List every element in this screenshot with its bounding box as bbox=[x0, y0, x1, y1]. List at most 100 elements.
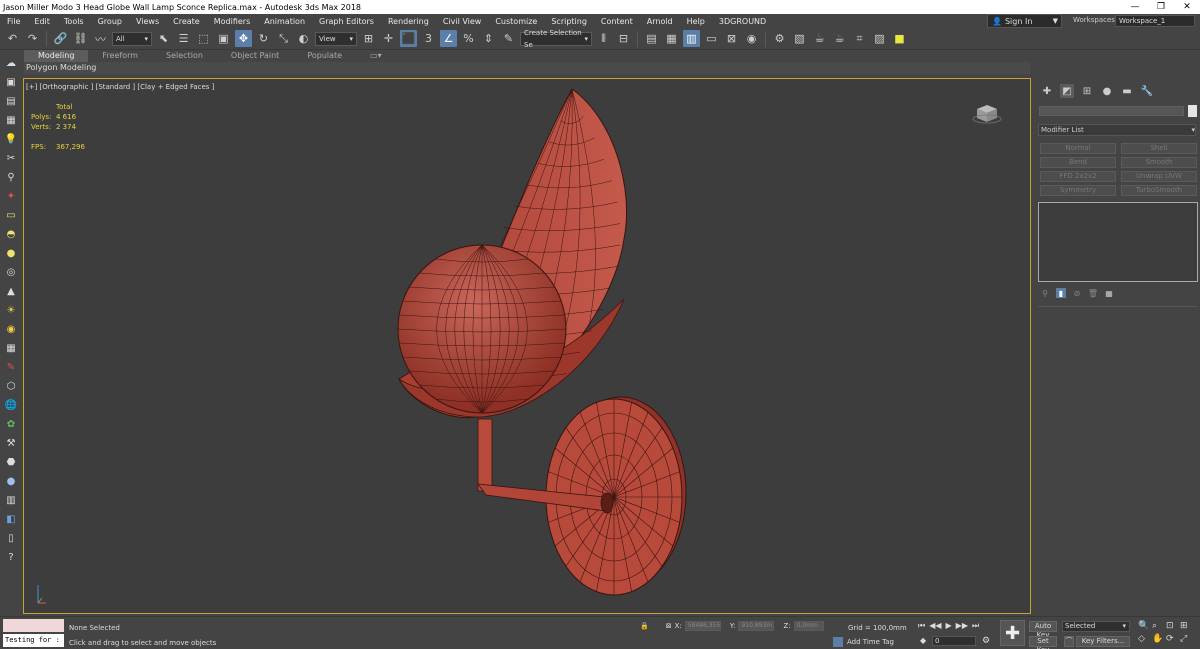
next-frame-icon[interactable]: ▶▶ bbox=[956, 621, 968, 631]
maximize-viewport-icon[interactable]: ⤢ bbox=[1180, 634, 1194, 644]
modifier-list-dropdown[interactable]: Modifier List ▾ bbox=[1038, 124, 1196, 136]
key-mode-icon[interactable]: ◆ bbox=[920, 636, 926, 645]
pan-icon[interactable]: ✋ bbox=[1152, 634, 1166, 644]
time-config-icon[interactable]: ⚙ bbox=[982, 636, 990, 646]
ribbon-tab-object-paint[interactable]: Object Paint bbox=[217, 50, 293, 62]
modifier-button-normal[interactable]: Normal bbox=[1040, 143, 1116, 154]
paint-icon[interactable]: ✎ bbox=[4, 360, 18, 374]
select-by-name-icon[interactable]: ☰ bbox=[175, 30, 192, 47]
maxscript-listener-input[interactable]: Testing for : bbox=[3, 634, 64, 647]
motion-tab-icon[interactable]: ● bbox=[1100, 84, 1114, 98]
menu-item-help[interactable]: Help bbox=[680, 17, 712, 26]
particle-icon[interactable]: ✦ bbox=[4, 189, 18, 203]
modifier-button-ffd-2x2x2[interactable]: FFD 2x2x2 bbox=[1040, 171, 1116, 182]
select-object-icon[interactable]: ⬉ bbox=[155, 30, 172, 47]
schematic-view-icon[interactable]: ⊠ bbox=[723, 30, 740, 47]
set-key-button[interactable]: Set Key bbox=[1029, 636, 1057, 649]
select-place-icon[interactable]: ◐ bbox=[295, 30, 312, 47]
absolute-mode-icon[interactable]: ⊠ bbox=[666, 622, 672, 630]
modifier-button-shell[interactable]: Shell bbox=[1121, 143, 1197, 154]
mirror-icon[interactable]: ⫴ bbox=[595, 30, 612, 47]
utilities-tab-icon[interactable]: 🔧 bbox=[1140, 84, 1154, 98]
ribbon-tab-modeling[interactable]: Modeling bbox=[24, 50, 89, 62]
scene-explorer-toggle-icon[interactable]: ☁ bbox=[4, 56, 18, 70]
zoom-extents-icon[interactable]: ⊡ bbox=[1166, 621, 1180, 631]
modifier-stack[interactable] bbox=[1038, 202, 1198, 282]
lamp-globe[interactable] bbox=[397, 244, 567, 414]
globe-icon[interactable]: 🌐 bbox=[4, 398, 18, 412]
unlink-icon[interactable]: ⛓ bbox=[72, 30, 89, 47]
stone-icon[interactable]: ⬣ bbox=[4, 455, 18, 469]
menu-item-create[interactable]: Create bbox=[166, 17, 207, 26]
layer-explorer-icon[interactable]: ▦ bbox=[663, 30, 680, 47]
object-color-swatch[interactable] bbox=[1188, 105, 1197, 117]
menu-item-customize[interactable]: Customize bbox=[488, 17, 544, 26]
modifier-button-turbosmooth[interactable]: TurboSmooth bbox=[1121, 185, 1197, 196]
menu-item-views[interactable]: Views bbox=[129, 17, 166, 26]
reference-coordinate-dropdown[interactable]: View ▾ bbox=[315, 31, 357, 46]
modifier-button-unwrap-uvw[interactable]: Unwrap UVW bbox=[1121, 171, 1197, 182]
lock-icon[interactable]: 🔒 bbox=[640, 622, 649, 630]
calculator-icon[interactable]: ▦ bbox=[4, 113, 18, 127]
undo-icon[interactable]: ↶ bbox=[4, 30, 21, 47]
menu-item-edit[interactable]: Edit bbox=[27, 17, 57, 26]
add-time-tag[interactable]: Add Time Tag bbox=[833, 637, 894, 647]
rendered-frame-window-icon[interactable]: ▧ bbox=[791, 30, 808, 47]
go-to-start-icon[interactable]: ⏮ bbox=[918, 621, 925, 631]
spinner-snap-icon[interactable]: ⇕ bbox=[480, 30, 497, 47]
manipulate-icon[interactable]: ✛ bbox=[380, 30, 397, 47]
modifier-button-symmetry[interactable]: Symmetry bbox=[1040, 185, 1116, 196]
light-bulb-icon[interactable]: 💡 bbox=[4, 132, 18, 146]
render-iterative-icon[interactable]: ☕ bbox=[831, 30, 848, 47]
modify-tab-icon[interactable]: ◩ bbox=[1060, 84, 1074, 98]
modifier-button-smooth[interactable]: Smooth bbox=[1121, 157, 1197, 168]
a360-gallery-icon[interactable]: ▨ bbox=[871, 30, 888, 47]
cone-icon[interactable]: ▲ bbox=[4, 284, 18, 298]
menu-item-3dground[interactable]: 3DGROUND bbox=[712, 17, 773, 26]
named-selection-sets-dropdown[interactable]: Create Selection Se ▾ bbox=[520, 29, 592, 49]
menu-item-content[interactable]: Content bbox=[594, 17, 640, 26]
select-scale-icon[interactable]: ⤡ bbox=[275, 30, 292, 47]
field-of-view-icon[interactable]: ◇ bbox=[1138, 634, 1152, 644]
modifier-button-bend[interactable]: Bend bbox=[1040, 157, 1116, 168]
ribbon-options-icon[interactable]: ▭▾ bbox=[356, 50, 396, 62]
current-frame-field[interactable]: 0 bbox=[932, 636, 976, 646]
menu-item-scripting[interactable]: Scripting bbox=[544, 17, 594, 26]
percent-snap-icon[interactable]: % bbox=[460, 30, 477, 47]
polygon-modeling-panel[interactable]: Polygon Modeling bbox=[26, 63, 96, 72]
menu-item-modifiers[interactable]: Modifiers bbox=[207, 17, 258, 26]
menu-item-group[interactable]: Group bbox=[91, 17, 129, 26]
bucket-icon[interactable]: ▥ bbox=[4, 493, 18, 507]
object-name-field[interactable] bbox=[1039, 106, 1184, 116]
pin-stack-icon[interactable]: ⚲ bbox=[1040, 288, 1050, 298]
display-icon[interactable]: ▣ bbox=[4, 75, 18, 89]
half-sphere-icon[interactable]: ◓ bbox=[4, 227, 18, 241]
orbit-icon[interactable]: ⟳ bbox=[1166, 634, 1180, 644]
shape-icon[interactable]: ⬡ bbox=[4, 379, 18, 393]
ribbon-tab-selection[interactable]: Selection bbox=[152, 50, 217, 62]
zoom-icon[interactable]: 🔍 bbox=[1138, 621, 1152, 631]
menu-item-rendering[interactable]: Rendering bbox=[381, 17, 436, 26]
selection-filter-dropdown[interactable]: All ▾ bbox=[112, 31, 152, 46]
menu-item-civil-view[interactable]: Civil View bbox=[436, 17, 489, 26]
lamp-model[interactable] bbox=[24, 79, 1031, 614]
list-icon[interactable]: ▤ bbox=[4, 94, 18, 108]
go-to-end-icon[interactable]: ⏭ bbox=[972, 621, 979, 631]
select-rotate-icon[interactable]: ↻ bbox=[255, 30, 272, 47]
previous-frame-icon[interactable]: ◀◀ bbox=[929, 621, 941, 631]
menu-item-tools[interactable]: Tools bbox=[57, 17, 91, 26]
rectangular-selection-icon[interactable]: ⬚ bbox=[195, 30, 212, 47]
hierarchy-tab-icon[interactable]: ⊞ bbox=[1080, 84, 1094, 98]
snaps-toggle-icon[interactable]: 3 bbox=[420, 30, 437, 47]
sun-icon[interactable]: ☀ bbox=[4, 303, 18, 317]
help-icon[interactable]: ? bbox=[4, 550, 18, 564]
panel-icon[interactable]: ▯ bbox=[4, 531, 18, 545]
sun-disc-icon[interactable]: ◉ bbox=[4, 322, 18, 336]
link-icon[interactable]: 🔗 bbox=[52, 30, 69, 47]
make-unique-icon[interactable]: ⊘ bbox=[1072, 288, 1082, 298]
bind-space-warp-icon[interactable]: 〰 bbox=[92, 30, 109, 47]
key-tangent-icon[interactable]: ⌒ bbox=[1064, 636, 1074, 647]
menu-item-animation[interactable]: Animation bbox=[257, 17, 312, 26]
redo-icon[interactable]: ↷ bbox=[24, 30, 41, 47]
align-icon[interactable]: ⊟ bbox=[615, 30, 632, 47]
